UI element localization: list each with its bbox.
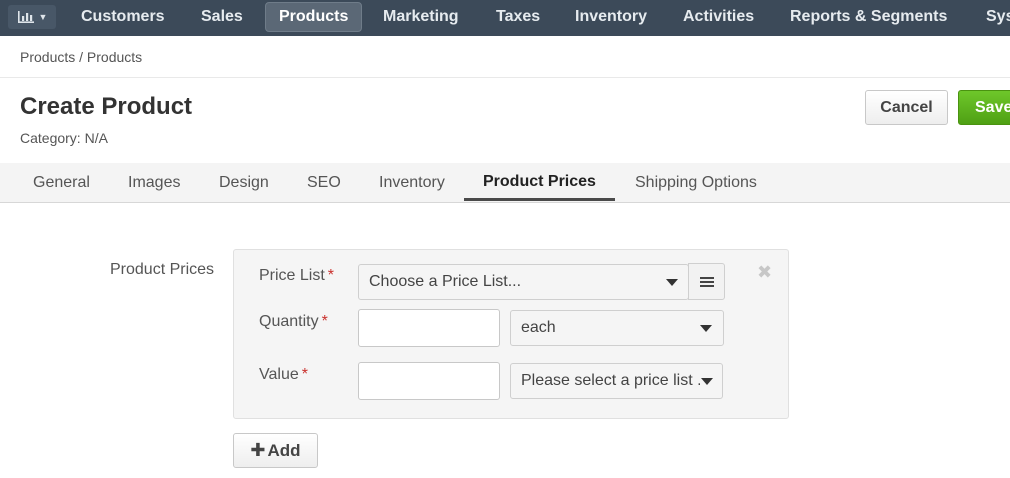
- product-prices-label: Product Prices: [110, 261, 215, 278]
- tab-inventory[interactable]: Inventory: [360, 163, 464, 202]
- bar-chart-icon[interactable]: ▼: [8, 5, 56, 29]
- nav-item-inventory[interactable]: Inventory: [562, 2, 660, 32]
- tab-bar: General Images Design SEO Inventory Prod…: [0, 163, 1010, 203]
- page-title: Create Product: [20, 93, 193, 120]
- tab-general[interactable]: General: [14, 163, 109, 202]
- value-label: Value *: [259, 366, 308, 384]
- price-list-label: Price List *: [259, 267, 334, 285]
- chevron-down-icon: [666, 279, 678, 286]
- add-price-button[interactable]: ✚ Add: [233, 433, 318, 468]
- required-marker: *: [327, 267, 335, 284]
- cancel-button[interactable]: Cancel: [865, 90, 948, 125]
- tab-product-prices[interactable]: Product Prices: [464, 163, 615, 201]
- value-label-text: Value: [259, 366, 299, 383]
- nav-item-sales[interactable]: Sales: [188, 2, 256, 32]
- quantity-input[interactable]: [358, 309, 500, 347]
- nav-item-products[interactable]: Products: [265, 2, 363, 32]
- price-list-placeholder: Choose a Price List...: [369, 273, 522, 290]
- list-icon: [699, 276, 714, 287]
- tab-design[interactable]: Design: [200, 163, 288, 202]
- add-button-label: Add: [267, 440, 301, 460]
- nav-item-system[interactable]: Sys: [973, 2, 1010, 32]
- chevron-down-icon: [701, 378, 713, 385]
- plus-icon: ✚: [250, 440, 266, 460]
- save-button[interactable]: Save: [958, 90, 1010, 125]
- tab-shipping-options[interactable]: Shipping Options: [616, 163, 776, 202]
- chevron-down-icon: ▼: [38, 12, 48, 22]
- divider: [0, 77, 1010, 78]
- nav-item-marketing[interactable]: Marketing: [370, 2, 472, 32]
- currency-select-placeholder: Please select a price list ...: [521, 372, 700, 389]
- tab-seo[interactable]: SEO: [288, 163, 360, 202]
- quantity-label-text: Quantity: [259, 313, 319, 330]
- breadcrumb[interactable]: Products / Products: [20, 49, 142, 65]
- price-list-label-text: Price List: [259, 267, 325, 284]
- remove-price-icon[interactable]: ✖: [757, 262, 772, 283]
- required-marker: *: [321, 313, 328, 330]
- unit-select-value: each: [521, 319, 556, 336]
- value-input[interactable]: [358, 362, 500, 400]
- tab-images[interactable]: Images: [109, 163, 199, 202]
- nav-item-activities[interactable]: Activities: [670, 2, 767, 32]
- nav-item-customers[interactable]: Customers: [68, 2, 178, 32]
- category-subtitle: Category: N/A: [20, 130, 108, 146]
- price-list-menu-button[interactable]: [688, 263, 725, 300]
- chevron-down-icon: [700, 325, 712, 332]
- quantity-label: Quantity *: [259, 313, 328, 331]
- nav-item-taxes[interactable]: Taxes: [483, 2, 553, 32]
- currency-select[interactable]: Please select a price list ...: [510, 363, 723, 399]
- price-list-select[interactable]: Choose a Price List...: [358, 264, 689, 300]
- unit-select[interactable]: each: [510, 310, 724, 346]
- required-marker: *: [301, 366, 308, 383]
- nav-item-reports-segments[interactable]: Reports & Segments: [777, 2, 960, 32]
- top-navigation: ▼ Customers Sales Products Marketing Tax…: [0, 0, 1010, 36]
